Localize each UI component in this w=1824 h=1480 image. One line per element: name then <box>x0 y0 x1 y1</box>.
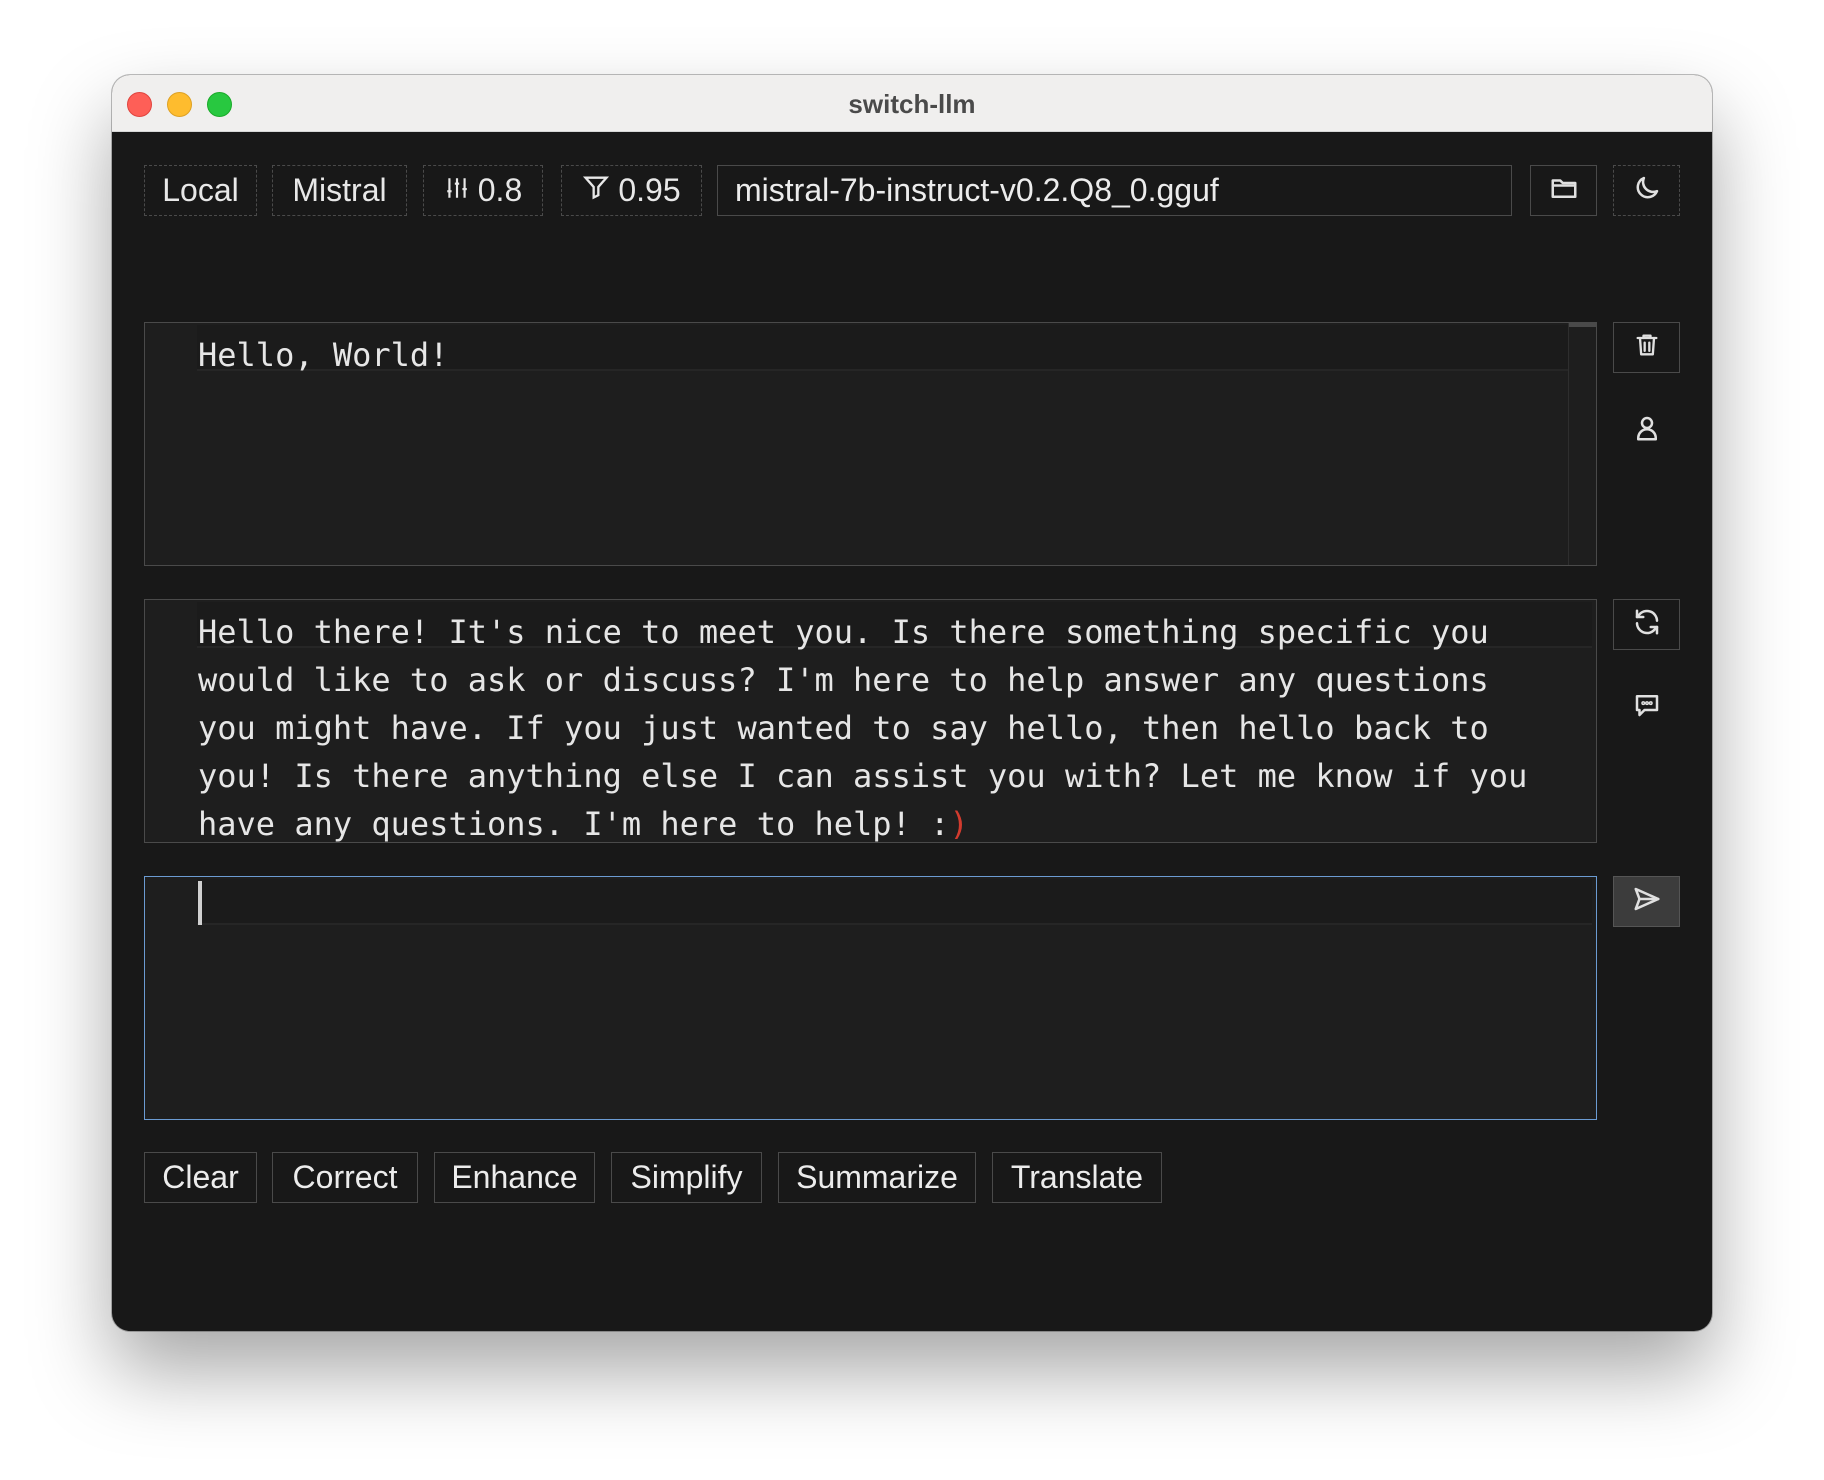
temperature-control[interactable]: 0.8 <box>423 165 543 216</box>
app-window: switch-llm Local Mistral 0.8 0.95 mistra… <box>112 75 1712 1331</box>
translate-button[interactable]: Translate <box>992 1152 1162 1203</box>
top-p-value: 0.95 <box>618 172 681 208</box>
user-role-indicator <box>1613 405 1680 456</box>
assistant-role-indicator <box>1613 682 1680 733</box>
send-button[interactable] <box>1613 876 1680 927</box>
folder-icon <box>1549 173 1579 208</box>
user-message-text: Hello, World! <box>198 336 449 374</box>
user-message-panel[interactable]: Hello, World! <box>144 322 1597 566</box>
clear-button[interactable]: Clear <box>144 1152 257 1203</box>
chat-bubble-icon <box>1632 690 1662 725</box>
main-content: Local Mistral 0.8 0.95 mistral-7b-instru… <box>112 132 1712 1331</box>
moon-icon <box>1632 173 1662 208</box>
regenerate-button[interactable] <box>1613 599 1680 650</box>
provider-label: Local <box>162 172 239 208</box>
text-caret <box>198 881 202 925</box>
user-icon <box>1632 413 1662 448</box>
send-icon <box>1632 884 1662 919</box>
simplify-button[interactable]: Simplify <box>611 1152 762 1203</box>
theme-toggle-button[interactable] <box>1613 165 1680 216</box>
assistant-message-text: Hello there! It's nice to meet you. Is t… <box>198 613 1547 843</box>
provider-selector[interactable]: Local <box>144 165 257 216</box>
prompt-input[interactable] <box>144 876 1597 1120</box>
temperature-value: 0.8 <box>477 172 523 208</box>
titlebar: switch-llm <box>112 75 1712 132</box>
family-label: Mistral <box>292 172 387 208</box>
correct-button[interactable]: Correct <box>272 1152 418 1203</box>
refresh-icon <box>1632 607 1662 642</box>
family-selector[interactable]: Mistral <box>272 165 407 216</box>
model-file-name: mistral-7b-instruct-v0.2.Q8_0.gguf <box>735 172 1219 208</box>
summarize-button[interactable]: Summarize <box>778 1152 976 1203</box>
enhance-button[interactable]: Enhance <box>434 1152 595 1203</box>
model-file-field[interactable]: mistral-7b-instruct-v0.2.Q8_0.gguf <box>717 165 1512 216</box>
open-folder-button[interactable] <box>1530 165 1597 216</box>
filter-icon <box>582 172 610 209</box>
top-p-control[interactable]: 0.95 <box>561 165 702 216</box>
sliders-icon <box>444 172 470 209</box>
delete-button[interactable] <box>1613 322 1680 373</box>
assistant-message-panel[interactable]: Hello there! It's nice to meet you. Is t… <box>144 599 1597 843</box>
trash-icon <box>1633 331 1661 364</box>
current-line-highlight <box>197 879 1592 925</box>
window-title: switch-llm <box>848 89 976 119</box>
closing-paren: ) <box>949 805 969 843</box>
scrollbar[interactable] <box>1568 323 1596 565</box>
